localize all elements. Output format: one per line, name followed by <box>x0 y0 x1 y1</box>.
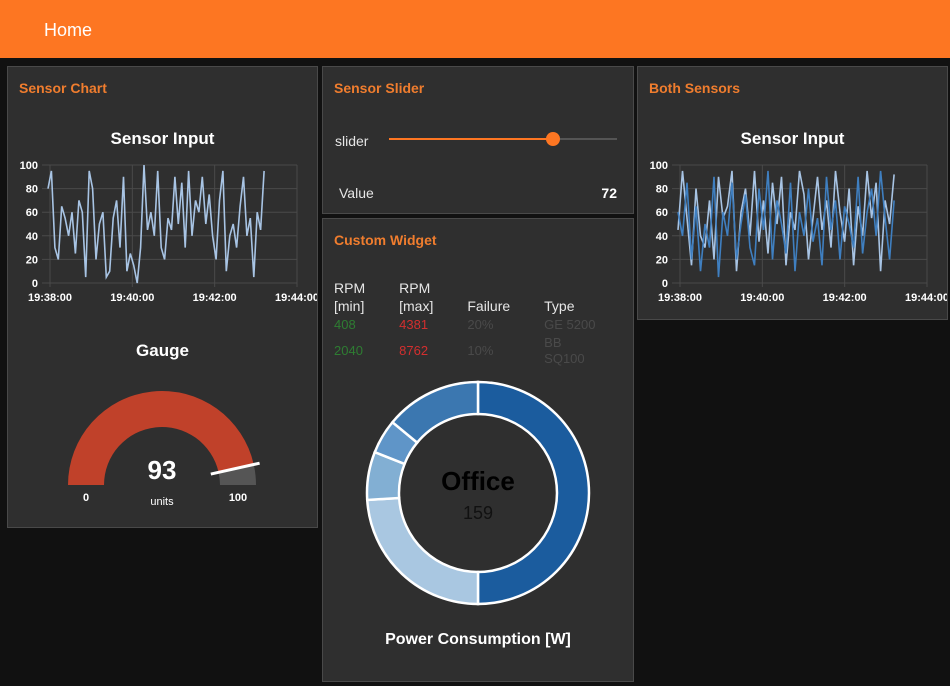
value-label: Value <box>339 185 374 201</box>
rpm-table: RPM [min] RPM [max] Failure Type 408 4381 … <box>334 279 633 367</box>
value-number: 72 <box>601 185 617 201</box>
card-title: Sensor Chart <box>19 80 107 96</box>
slider-track[interactable] <box>389 132 617 146</box>
y-tick-label: 40 <box>656 231 668 243</box>
y-tick-label: 0 <box>662 278 668 290</box>
gauge-title: Gauge <box>136 341 189 360</box>
chart-title: Sensor Input <box>110 129 215 148</box>
cell-type: BB SQ100 <box>544 335 585 366</box>
sensor-chart-card: Sensor Chart Sensor Input 0 20 40 60 80 100 19… <box>7 66 318 528</box>
y-tick-label: 20 <box>656 254 668 266</box>
header-failure: Failure <box>467 298 511 314</box>
x-tick-label: 19:42:00 <box>193 292 237 304</box>
card-title: Custom Widget <box>334 232 437 248</box>
donut-slice <box>365 496 480 606</box>
header-type: Type <box>544 298 575 314</box>
donut-label: Power Consumption [W] <box>385 631 571 648</box>
cell-rpm-min: 408 <box>334 317 356 332</box>
custom-widget-card: Custom Widget RPM [min] RPM [max] Failure … <box>322 218 634 682</box>
y-tick-label: 100 <box>20 160 38 172</box>
donut-slice <box>390 380 480 445</box>
header-rpm-max: RPM [max] <box>399 280 434 314</box>
sensor-input-chart: 0 20 40 60 80 100 19:38:00 19:40:00 19:42:00 19:4… <box>20 160 317 304</box>
gauge: 93 units 0 100 <box>68 390 260 508</box>
sensor-slider-card: Sensor Slider slider Value 72 <box>322 66 634 214</box>
y-tick-label: 0 <box>32 278 38 290</box>
donut-center-title: Office <box>441 466 515 496</box>
x-tick-label: 19:42:00 <box>823 292 867 304</box>
card-title: Sensor Slider <box>334 80 425 96</box>
x-tick-label: 19:44:00 <box>905 292 947 304</box>
y-tick-label: 100 <box>650 160 668 172</box>
top-bar: Home <box>0 0 950 58</box>
y-tick-label: 80 <box>656 184 668 196</box>
x-tick-label: 19:44:00 <box>275 292 317 304</box>
y-tick-label: 60 <box>26 207 38 219</box>
header-rpm-min: RPM [min] <box>334 280 366 314</box>
y-tick-label: 80 <box>26 184 38 196</box>
slider-thumb[interactable] <box>546 132 561 146</box>
cell-rpm-max: 8762 <box>399 343 429 358</box>
slider-label: slider <box>335 133 369 149</box>
both-sensors-chart: 0 20 40 60 80 100 19:38:00 19:40:00 19:42:00 19:4… <box>650 160 947 304</box>
y-tick-label: 40 <box>26 231 38 243</box>
both-sensors-card: Both Sensors Sensor Input 0 20 40 60 80 100 19… <box>637 66 948 320</box>
donut-center-value: 159 <box>463 503 493 523</box>
power-donut-chart: Office 159 <box>365 380 591 606</box>
x-tick-label: 19:40:00 <box>740 292 784 304</box>
gauge-value: 93 <box>148 455 177 485</box>
y-tick-label: 20 <box>26 254 38 266</box>
series-line <box>47 164 265 284</box>
x-tick-label: 19:38:00 <box>28 292 72 304</box>
y-tick-label: 60 <box>656 207 668 219</box>
slider-fill <box>389 138 554 140</box>
cell-type: GE 5200 <box>544 317 596 332</box>
chart-title: Sensor Input <box>740 129 845 148</box>
cell-failure: 10% <box>467 343 494 358</box>
gauge-min-label: 0 <box>83 492 89 504</box>
gauge-max-label: 100 <box>229 492 247 504</box>
x-tick-label: 19:40:00 <box>110 292 154 304</box>
table-row: 2040 8762 10% BB SQ100 <box>334 333 633 367</box>
cell-rpm-min: 2040 <box>334 343 363 358</box>
x-tick-label: 19:38:00 <box>658 292 702 304</box>
table-row: 408 4381 20% GE 5200 <box>334 315 633 333</box>
cell-rpm-max: 4381 <box>399 317 429 332</box>
table-header-row: RPM [min] RPM [max] Failure Type <box>334 279 633 315</box>
card-title: Both Sensors <box>649 80 741 96</box>
cell-failure: 20% <box>467 317 494 332</box>
page-title[interactable]: Home <box>44 20 92 41</box>
gauge-units: units <box>150 496 174 508</box>
